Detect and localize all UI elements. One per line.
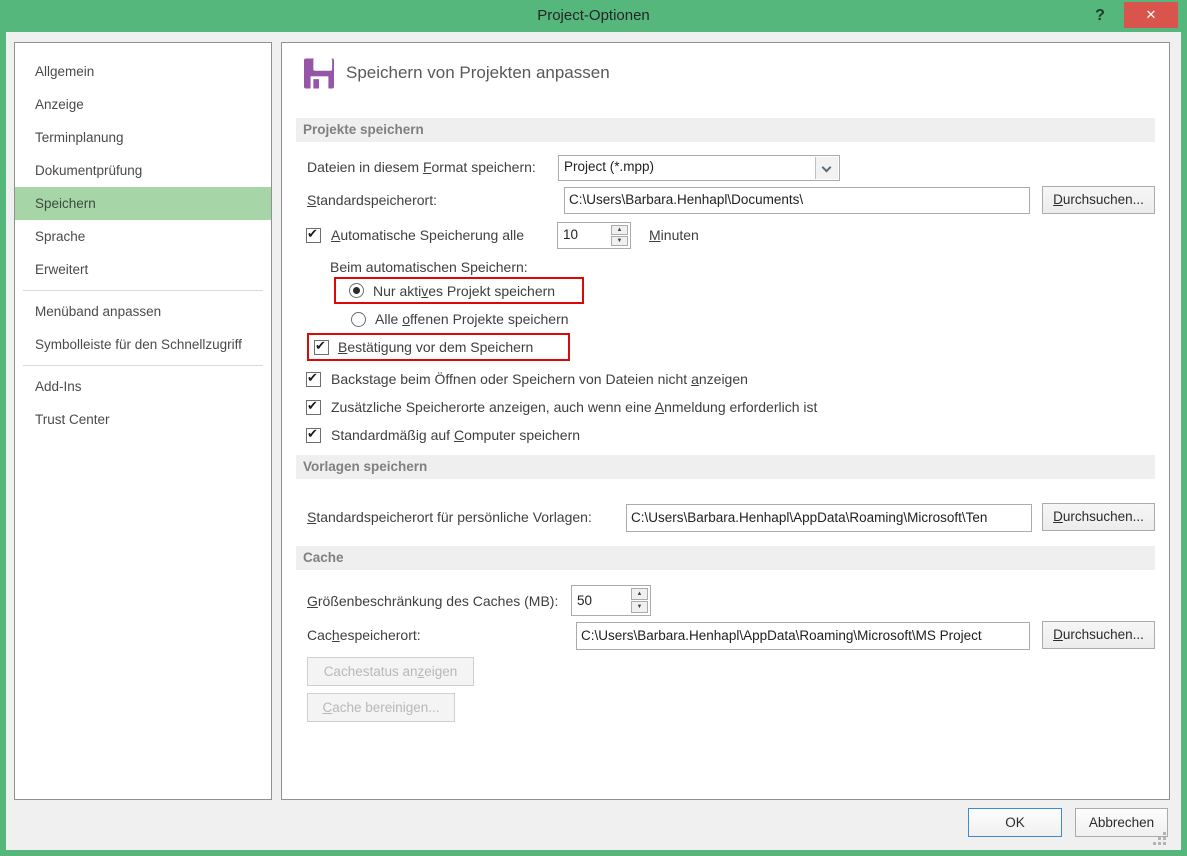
templates-location-input[interactable]: C:\Users\Barbara.Henhapl\AppData\Roaming…	[626, 504, 1032, 532]
sidebar-item-symbolleiste[interactable]: Symbolleiste für den Schnellzugriff	[15, 328, 271, 361]
browse-templates-button[interactable]: Durchsuchen...	[1042, 503, 1155, 531]
page-header: Speichern von Projekten anpassen	[304, 56, 610, 90]
radio-all-projects[interactable]	[351, 312, 366, 327]
checkmark-icon: ✔	[315, 338, 326, 354]
default-location-input[interactable]: C:\Users\Barbara.Henhapl\Documents\	[564, 187, 1030, 214]
file-format-dropdown[interactable]: Project (*.mpp)	[558, 155, 840, 181]
save-to-computer-checkbox[interactable]: ✔	[306, 428, 321, 443]
autosave-minutes-value: 10	[563, 227, 578, 242]
save-disk-icon	[304, 58, 334, 89]
checkmark-icon: ✔	[307, 370, 318, 386]
spin-up-icon[interactable]: ▲	[611, 225, 628, 235]
backstage-checkbox[interactable]: ✔	[306, 372, 321, 387]
cache-size-value: 50	[577, 593, 592, 608]
sidebar-item-speichern[interactable]: Speichern	[15, 187, 271, 220]
annotation-box-confirm-save: ✔ Bestätigung vor dem Speichern	[307, 333, 570, 361]
resize-grip[interactable]	[1153, 832, 1167, 846]
section-cache: Cache	[296, 546, 1155, 570]
cache-status-button: Cachestatus anzeigen	[307, 657, 474, 686]
radio-dot	[353, 287, 360, 294]
sidebar-item-trustcenter[interactable]: Trust Center	[15, 403, 271, 436]
sidebar-divider	[23, 290, 263, 291]
checkmark-icon: ✔	[307, 398, 318, 414]
sidebar-item-erweitert[interactable]: Erweitert	[15, 253, 271, 286]
annotation-box-active-project: Nur aktives Projekt speichern	[334, 277, 584, 304]
spin-up-icon[interactable]: ▲	[631, 588, 648, 600]
section-projekte-speichern: Projekte speichern	[296, 118, 1155, 142]
autosave-minutes-spinner[interactable]: 10 ▲ ▼	[557, 222, 631, 249]
cache-size-label: Größenbeschränkung des Caches (MB):	[307, 593, 558, 609]
window-title: Project-Optionen	[0, 7, 1187, 24]
sidebar-item-terminplanung[interactable]: Terminplanung	[15, 121, 271, 154]
autosave-row: ✔ Automatische Speicherung alle	[306, 227, 524, 243]
confirm-save-checkbox[interactable]: ✔	[314, 340, 329, 355]
category-sidebar: Allgemein Anzeige Terminplanung Dokument…	[14, 42, 272, 800]
sidebar-item-allgemein[interactable]: Allgemein	[15, 55, 271, 88]
dropdown-button[interactable]	[815, 157, 838, 179]
dialog-body: Allgemein Anzeige Terminplanung Dokument…	[6, 32, 1181, 850]
sidebar-item-anzeige[interactable]: Anzeige	[15, 88, 271, 121]
format-label: Dateien in diesem Format speichern:	[307, 159, 536, 175]
radio-active-project[interactable]	[349, 283, 364, 298]
cache-clean-button: Cache bereinigen...	[307, 693, 455, 722]
title-bar[interactable]: Project-Optionen ? ✕	[0, 0, 1187, 32]
project-options-dialog: Project-Optionen ? ✕ Allgemein Anzeige T…	[0, 0, 1187, 856]
cache-size-spinner[interactable]: 50 ▲ ▼	[571, 585, 651, 616]
extra-locations-row: ✔ Zusätzliche Speicherorte anzeigen, auc…	[306, 399, 817, 415]
templates-location-label: Standardspeicherort für persönliche Vorl…	[307, 509, 592, 525]
radio-all-projects-row: Alle offenen Projekte speichern	[351, 311, 569, 327]
section-vorlagen-speichern: Vorlagen speichern	[296, 455, 1155, 479]
extra-locations-checkbox[interactable]: ✔	[306, 400, 321, 415]
backstage-label: Backstage beim Öffnen oder Speichern von…	[331, 371, 748, 387]
sidebar-item-sprache[interactable]: Sprache	[15, 220, 271, 253]
checkmark-icon: ✔	[307, 226, 318, 242]
sidebar-item-addins[interactable]: Add-Ins	[15, 370, 271, 403]
extra-locations-label: Zusätzliche Speicherorte anzeigen, auch …	[331, 399, 817, 415]
browse-default-location-button[interactable]: Durchsuchen...	[1042, 186, 1155, 214]
spin-down-icon[interactable]: ▼	[611, 236, 628, 246]
when-autosaving-label: Beim automatischen Speichern:	[330, 259, 528, 275]
browse-cache-button[interactable]: Durchsuchen...	[1042, 621, 1155, 649]
close-icon: ✕	[1146, 7, 1157, 22]
default-location-label: Standardspeicherort:	[307, 192, 437, 208]
cache-location-label: Cachespeicherort:	[307, 627, 421, 643]
page-title: Speichern von Projekten anpassen	[346, 63, 610, 83]
sidebar-item-dokumentpruefung[interactable]: Dokumentprüfung	[15, 154, 271, 187]
minutes-label: Minuten	[649, 227, 699, 243]
spin-down-icon[interactable]: ▼	[631, 601, 648, 613]
sidebar-divider	[23, 365, 263, 366]
confirm-save-label: Bestätigung vor dem Speichern	[338, 339, 533, 355]
save-to-computer-row: ✔ Standardmäßig auf Computer speichern	[306, 427, 580, 443]
backstage-row: ✔ Backstage beim Öffnen oder Speichern v…	[306, 371, 748, 387]
sidebar-item-menueband[interactable]: Menüband anpassen	[15, 295, 271, 328]
radio-all-projects-label: Alle offenen Projekte speichern	[375, 311, 569, 327]
main-panel: Speichern von Projekten anpassen Projekt…	[281, 42, 1170, 800]
save-to-computer-label: Standardmäßig auf Computer speichern	[331, 427, 580, 443]
checkmark-icon: ✔	[307, 426, 318, 442]
ok-button[interactable]: OK	[968, 808, 1062, 837]
file-format-value: Project (*.mpp)	[564, 159, 654, 174]
autosave-checkbox[interactable]: ✔	[306, 228, 321, 243]
help-icon[interactable]: ?	[1088, 4, 1112, 28]
radio-active-project-label: Nur aktives Projekt speichern	[373, 283, 555, 299]
chevron-down-icon	[822, 163, 832, 173]
close-button[interactable]: ✕	[1124, 2, 1178, 28]
cache-location-input[interactable]: C:\Users\Barbara.Henhapl\AppData\Roaming…	[576, 622, 1030, 650]
autosave-label: Automatische Speicherung alle	[331, 227, 524, 243]
